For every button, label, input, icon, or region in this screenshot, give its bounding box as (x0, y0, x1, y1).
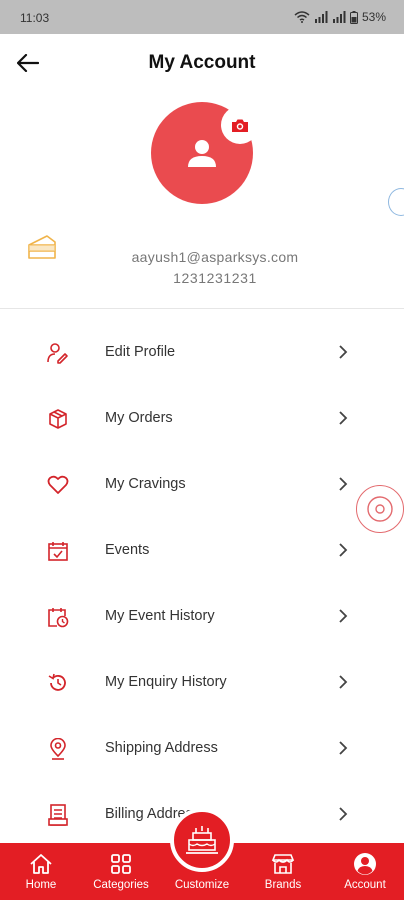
signal-icon (314, 11, 328, 23)
nav-label: Categories (93, 879, 149, 891)
cake-icon (186, 826, 218, 854)
nav-label: Home (25, 879, 57, 891)
nav-label: Customize (174, 879, 230, 891)
heart-icon (46, 473, 70, 497)
menu-item-label: My Event History (105, 608, 215, 624)
edit-profile-icon (46, 341, 70, 365)
calendar-clock-icon (46, 605, 70, 629)
status-time: 11:03 (20, 11, 50, 25)
menu-item-label: My Cravings (105, 476, 186, 492)
account-icon (353, 852, 377, 876)
chevron-right-icon (339, 675, 348, 689)
signal-icon-2 (332, 11, 346, 23)
menu-item-events[interactable]: Events (0, 520, 404, 580)
box-icon (46, 407, 70, 431)
menu-item-my-enquiry-history[interactable]: My Enquiry History (0, 652, 404, 712)
menu-item-edit-profile[interactable]: Edit Profile (0, 322, 404, 382)
store-icon (271, 852, 295, 876)
user-email: aayush1@asparksys.com (131, 249, 299, 265)
calendar-check-icon (46, 539, 70, 563)
menu-item-label: My Enquiry History (105, 674, 227, 690)
menu-item-my-cravings[interactable]: My Cravings (0, 454, 404, 514)
change-photo-button[interactable] (221, 106, 259, 144)
menu-item-label: Edit Profile (105, 344, 176, 360)
chevron-right-icon (339, 609, 348, 623)
menu-item-label: Shipping Address (105, 740, 218, 756)
menu-item-my-orders[interactable]: My Orders (0, 388, 404, 448)
battery-level: 53% (361, 10, 386, 24)
chevron-right-icon (339, 741, 348, 755)
nav-home[interactable]: Home (16, 843, 66, 900)
nav-label: Brands (264, 879, 302, 891)
chevron-right-icon (339, 477, 348, 491)
camera-icon (232, 119, 248, 132)
chevron-right-icon (339, 345, 348, 359)
grid-icon (111, 852, 131, 876)
menu-item-label: Events (105, 542, 150, 558)
battery-icon (349, 10, 358, 24)
page-title: My Account (148, 52, 256, 73)
customize-fab[interactable] (170, 808, 234, 872)
chevron-right-icon (339, 543, 348, 557)
wifi-icon (294, 11, 310, 23)
menu-item-shipping-address[interactable]: Shipping Address (0, 718, 404, 778)
home-icon (29, 852, 53, 876)
user-icon (188, 140, 216, 167)
divider (0, 308, 404, 309)
status-bar: 11:03 53% (0, 0, 404, 34)
user-phone: 1231231231 (173, 270, 257, 286)
menu-item-my-event-history[interactable]: My Event History (0, 586, 404, 646)
nav-categories[interactable]: Categories (88, 843, 154, 900)
history-icon (46, 671, 70, 695)
nav-label: Account (344, 879, 386, 891)
location-pin-icon (46, 737, 70, 761)
receipt-icon (46, 803, 70, 827)
floating-widget-top[interactable] (388, 188, 404, 216)
menu-item-label: My Orders (105, 410, 173, 426)
chevron-right-icon (339, 411, 348, 425)
chevron-right-icon (339, 807, 348, 821)
nav-account[interactable]: Account (338, 843, 392, 900)
cake-icon (26, 233, 58, 266)
nav-brands[interactable]: Brands (258, 843, 308, 900)
app-header: My Account (0, 34, 404, 92)
status-icons: 53% (294, 10, 386, 24)
